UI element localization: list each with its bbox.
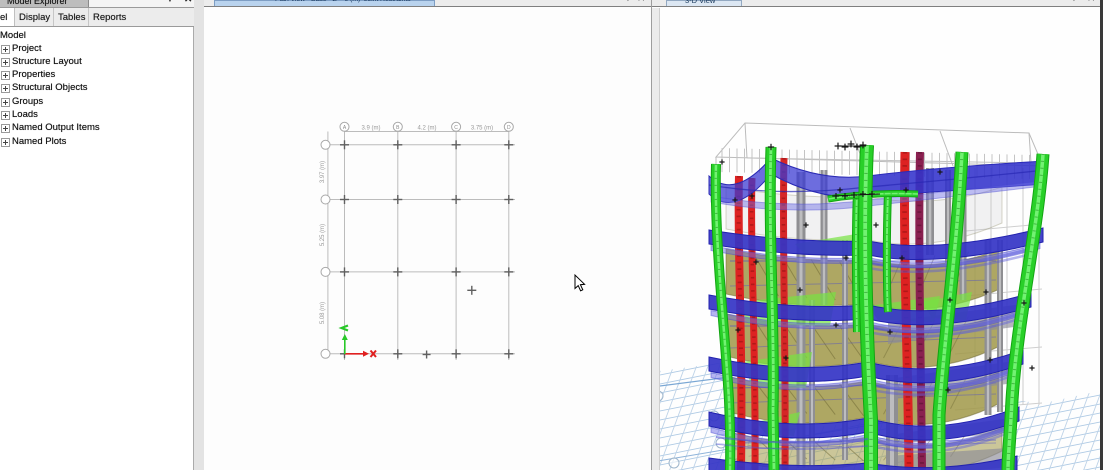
svg-text:5.25 (m): 5.25 (m) (320, 224, 326, 246)
svg-text:C: C (454, 125, 458, 131)
svg-text:3.9 (m): 3.9 (m) (361, 126, 380, 132)
svg-text:4.2 (m): 4.2 (m) (417, 126, 436, 132)
svg-text:D: D (507, 125, 511, 131)
svg-text:3.75 (m): 3.75 (m) (471, 126, 493, 132)
svg-text:3.97 (m): 3.97 (m) (320, 161, 326, 183)
svg-text:5.08 (m): 5.08 (m) (320, 302, 326, 324)
